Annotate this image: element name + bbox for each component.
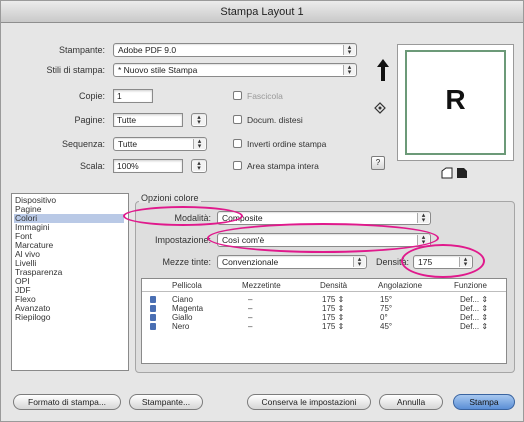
reverse-order-checkbox[interactable] <box>233 139 242 148</box>
rotate-page-icon[interactable] <box>373 101 387 115</box>
pages-label: Pagine: <box>74 115 105 125</box>
ink-print-icon[interactable] <box>150 296 156 303</box>
column-header[interactable]: Angolazione <box>378 281 422 290</box>
setup-label: Impostazione: <box>154 235 211 245</box>
print-style-label: Stili di stampa: <box>46 65 105 75</box>
column-header[interactable]: Densità <box>320 281 347 290</box>
halftone-value: Convenzionale <box>222 257 279 267</box>
color-options-title: Opzioni colore <box>139 193 201 203</box>
page-filled-icon[interactable] <box>456 167 468 179</box>
pages-input[interactable]: Tutte <box>113 113 183 127</box>
ink-halftone: – <box>248 295 253 304</box>
category-item[interactable]: Riepilogo <box>15 313 50 322</box>
ink-halftone: – <box>248 313 253 322</box>
popup-arrows-icon: ▴ ▾ <box>353 256 365 268</box>
ink-function[interactable]: Def... ⇕ <box>460 313 488 322</box>
sequence-select[interactable]: Tutte ▴ ▾ <box>113 137 207 151</box>
reverse-order-label: Inverti ordine stampa <box>247 139 327 149</box>
sequence-label: Sequenza: <box>61 139 105 149</box>
halftone-label: Mezze tinte: <box>162 257 211 267</box>
annotation-ellipse-colors <box>123 206 243 226</box>
full-bleed-checkbox[interactable] <box>233 161 242 170</box>
spreads-checkbox[interactable] <box>233 115 242 124</box>
ink-name: Nero <box>172 322 190 331</box>
collate-label: Fascicola <box>247 91 283 101</box>
printer-select[interactable]: Adobe PDF 9.0 ▴ ▾ <box>113 43 357 57</box>
copies-input[interactable]: 1 <box>113 89 153 103</box>
printer-select-value: Adobe PDF 9.0 <box>118 45 177 55</box>
page-outline-icon[interactable] <box>441 167 453 179</box>
ink-density[interactable]: 175 ⇕ <box>322 322 344 331</box>
help-button[interactable]: ? <box>371 156 385 170</box>
ink-name: Giallo <box>172 313 193 322</box>
upright-arrow-icon <box>377 59 389 81</box>
printer-label: Stampante: <box>58 45 105 55</box>
ink-function[interactable]: Def... ⇕ <box>460 322 488 331</box>
scale-label: Scala: <box>79 161 105 171</box>
page-preview: R <box>397 44 514 161</box>
full-bleed-label: Area stampa intera <box>247 161 319 171</box>
ink-angle[interactable]: 45° <box>380 322 392 331</box>
ink-function[interactable]: Def... ⇕ <box>460 295 488 304</box>
print-button[interactable]: Stampa <box>453 394 515 410</box>
spreads-label: Docum. distesi <box>247 115 303 125</box>
ink-print-icon[interactable] <box>150 314 156 321</box>
ink-angle[interactable]: 75° <box>380 304 392 313</box>
ink-halftone: – <box>248 304 253 313</box>
page-preview-frame: R <box>405 50 506 155</box>
page-preview-letter: R <box>445 84 466 115</box>
collate-checkbox[interactable] <box>233 91 242 100</box>
header-divider <box>142 291 506 292</box>
sequence-value: Tutte <box>118 139 138 149</box>
ink-print-icon[interactable] <box>150 305 156 312</box>
print-dialog: Stampa Layout 1 Stampante: Adobe PDF 9.0… <box>0 0 524 422</box>
ink-density[interactable]: 175 ⇕ <box>322 313 344 322</box>
printer-button[interactable]: Stampante... <box>129 394 203 410</box>
annotation-ellipse-density <box>401 244 485 278</box>
halftone-select[interactable]: Convenzionale ▴ ▾ <box>217 255 367 269</box>
ink-name: Magenta <box>172 304 204 313</box>
scale-input[interactable]: 100% <box>113 159 183 173</box>
ink-function[interactable]: Def... ⇕ <box>460 304 488 313</box>
copies-label: Copie: <box>78 91 105 101</box>
ink-print-icon[interactable] <box>150 323 156 330</box>
popup-arrows-icon: ▴ ▾ <box>193 160 205 172</box>
popup-arrows-icon: ▴ ▾ <box>193 114 205 126</box>
pages-select[interactable]: ▴ ▾ <box>191 113 207 127</box>
column-header[interactable]: Funzione <box>454 281 487 290</box>
column-header[interactable]: Mezzetinte <box>242 281 281 290</box>
page-setup-button[interactable]: Formato di stampa... <box>13 394 121 410</box>
popup-arrows-icon: ▴ ▾ <box>343 64 355 76</box>
cancel-button[interactable]: Annulla <box>379 394 443 410</box>
popup-arrows-icon: ▴ ▾ <box>193 138 205 150</box>
ink-density[interactable]: 175 ⇕ <box>322 295 344 304</box>
print-style-value: * Nuovo stile Stampa <box>118 65 198 75</box>
column-header[interactable]: Pellicola <box>172 281 202 290</box>
scale-select[interactable]: ▴ ▾ <box>191 159 207 173</box>
print-style-select[interactable]: * Nuovo stile Stampa ▴ ▾ <box>113 63 357 77</box>
dialog-title: Stampa Layout 1 <box>1 1 523 23</box>
annotation-ellipse-setup <box>207 223 439 253</box>
ink-table: Pellicola Mezzetinte Densità Angolazione… <box>141 278 507 364</box>
category-list: Dispositivo Pagine Colori Immagini Font … <box>11 193 129 371</box>
save-settings-button[interactable]: Conserva le impostazioni <box>247 394 371 410</box>
ink-halftone: – <box>248 322 253 331</box>
ink-angle[interactable]: 0° <box>380 313 388 322</box>
ink-name: Ciano <box>172 295 193 304</box>
popup-arrows-icon: ▴ ▾ <box>417 212 429 224</box>
ink-density[interactable]: 175 ⇕ <box>322 304 344 313</box>
ink-angle[interactable]: 15° <box>380 295 392 304</box>
popup-arrows-icon: ▴ ▾ <box>343 44 355 56</box>
